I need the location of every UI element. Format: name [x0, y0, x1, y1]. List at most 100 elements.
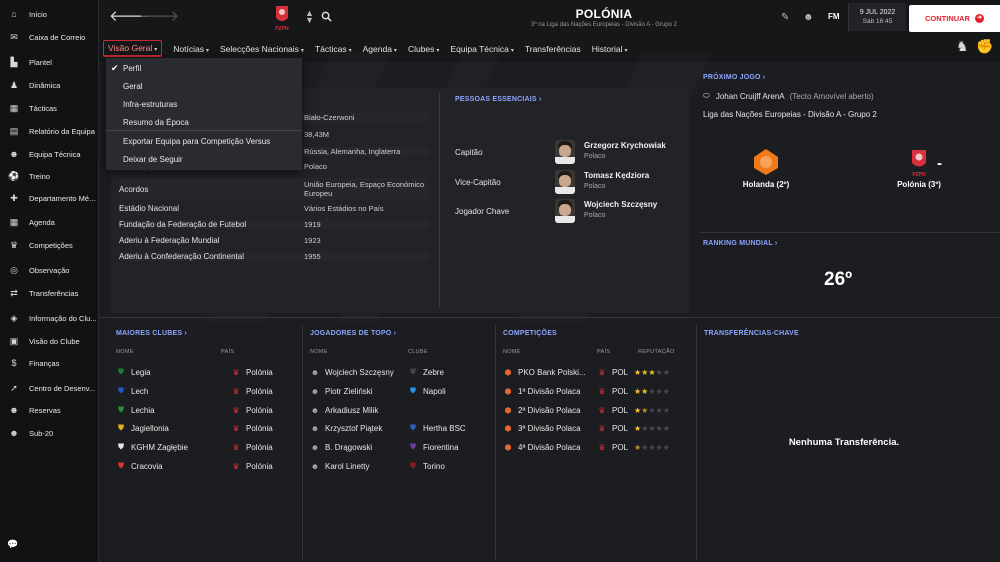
- person-name[interactable]: Tomasz Kędziora: [584, 171, 649, 180]
- tab-label: Notícias: [173, 43, 204, 54]
- key-person-row[interactable]: Jogador Chave Wojciech Szczęsny Polaco: [455, 197, 685, 225]
- sidebar-item-label: Transferências: [29, 288, 79, 298]
- dropdown-item-2[interactable]: Infra-estruturas: [106, 96, 302, 113]
- player-name: Krzysztof Piątek: [325, 423, 383, 433]
- sort-arrows-icon[interactable]: ▲ ▼: [305, 9, 314, 25]
- key-person-row[interactable]: Vice-Capitão Tomasz Kędziora Polaco: [455, 168, 685, 196]
- stadium-name[interactable]: Johan Cruijff ArenA: [716, 92, 785, 101]
- sidebar-item-6[interactable]: ☻ Equipa Técnica: [0, 144, 99, 164]
- key-transfers-title[interactable]: TRANSFERÊNCIAS-CHAVE: [704, 330, 799, 337]
- inbox-icon: ✉: [10, 31, 18, 42]
- profile-row: Fundação da Federação de Futebol 1919: [119, 220, 429, 229]
- fm-menu-button[interactable]: FM: [828, 12, 840, 21]
- player-row[interactable]: ☻ Piotr Zieliński ⛊ Napoli: [310, 382, 490, 400]
- key-person-row[interactable]: Capitão Grzegorz Krychowiak Polaco: [455, 138, 685, 166]
- club-row[interactable]: ⛊ Lech ♛ Polónia: [116, 382, 296, 400]
- competition-row[interactable]: ⬢ PKO Bank Polski... ♛ POL ★★★★★: [503, 363, 693, 381]
- poland-badge-icon: ♛: [232, 386, 240, 396]
- sidebar-item-4[interactable]: ▦ Tácticas: [0, 98, 99, 118]
- continue-button[interactable]: CONTINUAR ➔: [909, 5, 1000, 32]
- competition-row[interactable]: ⬢ 3ª Divisão Polaca ♛ POL ★★★★★: [503, 419, 693, 437]
- u20-icon: ☻: [9, 428, 19, 438]
- tab-5[interactable]: Clubes ▾: [408, 42, 439, 56]
- dropdown-item-0[interactable]: ✔ Perfil: [106, 60, 302, 77]
- sidebar-item-8[interactable]: ✚ Departamento Mé...: [0, 188, 99, 208]
- player-row[interactable]: ☻ Wojciech Szczęsny ⛊ Zebre: [310, 363, 490, 381]
- sidebar-item-3[interactable]: ♟ Dinâmica: [0, 75, 99, 95]
- player-row[interactable]: ☻ Arkadiusz Milik: [310, 401, 490, 419]
- dropdown-item-4[interactable]: Exportar Equipa para Competição Versus: [106, 133, 302, 150]
- sidebar-item-0[interactable]: ⌂ Início: [0, 4, 99, 24]
- dropdown-item-3[interactable]: Resumo da Época: [106, 114, 302, 131]
- poland-badge-icon: ♛: [232, 442, 240, 452]
- sidebar-item-2[interactable]: ▙ Plantel: [0, 52, 99, 72]
- profile-value[interactable]: Vários Estádios no País: [304, 204, 429, 213]
- player-row[interactable]: ☻ B. Drągowski ⛊ Fiorentina: [310, 438, 490, 456]
- club-row[interactable]: ⛊ Jagiellonia ♛ Polónia: [116, 419, 296, 437]
- sidebar-item-5[interactable]: ▤ Relatório da Equipa: [0, 121, 99, 141]
- game-date-box[interactable]: 9 JUL 2022 Sáb 16:45: [848, 3, 906, 31]
- search-icon[interactable]: [321, 11, 332, 22]
- match-competition[interactable]: Liga das Nações Europeias - Divisão A - …: [703, 110, 877, 119]
- sidebar-item-label: Departamento Mé...: [29, 193, 96, 203]
- sidebar-item-9[interactable]: ▦ Agenda: [0, 212, 99, 232]
- club-country: Polónia: [246, 367, 273, 377]
- tab-7[interactable]: Transferências: [525, 42, 581, 56]
- key-people-title[interactable]: PESSOAS ESSENCIAIS ›: [455, 96, 541, 103]
- dropdown-item-label: Deixar de Seguir: [123, 155, 183, 164]
- sidebar-item-18[interactable]: ☻ Sub-20: [0, 423, 99, 443]
- sidebar-item-14[interactable]: ▣ Visão do Clube: [0, 331, 99, 351]
- competition-row[interactable]: ⬢ 4ª Divisão Polaca ♛ POL ★★★★★: [503, 438, 693, 456]
- next-match-title[interactable]: PRÓXIMO JOGO ›: [703, 74, 765, 81]
- page-title: POLÓNIA: [575, 7, 633, 21]
- sidebar-item-13[interactable]: ◈ Informação do Clu...: [0, 308, 99, 328]
- competitions-title[interactable]: COMPETIÇÕES: [503, 330, 557, 337]
- competition-row[interactable]: ⬢ 2ª Divisão Polaca ♛ POL ★★★★★: [503, 401, 693, 419]
- profile-key: Acordos: [119, 184, 149, 194]
- sidebar-item-15[interactable]: $ Finanças: [0, 353, 99, 373]
- team-talk-icon[interactable]: ✊: [976, 38, 993, 55]
- scouting-icon: ◎: [10, 264, 18, 275]
- club-row[interactable]: ⛊ Lechia ♛ Polónia: [116, 401, 296, 419]
- top-players-title[interactable]: JOGADORES DE TOPO ›: [310, 330, 396, 337]
- club-row[interactable]: ⛊ Legia ♛ Polónia: [116, 363, 296, 381]
- tab-8[interactable]: Historial ▾: [592, 42, 628, 56]
- edit-pencil-icon[interactable]: ✎: [781, 12, 789, 23]
- tab-1[interactable]: Notícias ▾: [173, 42, 209, 56]
- player-row[interactable]: ☻ Karol Linetty ⛊ Torino: [310, 457, 490, 475]
- player-row[interactable]: ☻ Krzysztof Piątek ⛊ Hertha BSC: [310, 419, 490, 437]
- world-ranking-title[interactable]: RANKING MUNDIAL ›: [703, 240, 777, 247]
- sidebar-item-10[interactable]: ♛ Competições: [0, 235, 99, 255]
- dropdown-item-label: Perfil: [123, 64, 142, 73]
- club-badge-icon: ⛊: [410, 442, 416, 451]
- sidebar-item-label: Reservas: [29, 405, 61, 415]
- tactics-board-icon[interactable]: ♞: [956, 38, 969, 55]
- sidebar-item-12[interactable]: ⇄ Transferências: [0, 283, 99, 303]
- competition-row[interactable]: ⬢ 1ª Divisão Polaca ♛ POL ★★★★★: [503, 382, 693, 400]
- club-row[interactable]: ⛊ Cracovia ♛ Polónia: [116, 457, 296, 475]
- chat-bubble-icon[interactable]: 💬: [7, 539, 18, 550]
- tab-2[interactable]: Selecções Nacionais ▾: [220, 42, 304, 56]
- biggest-clubs-title[interactable]: MAIORES CLUBES ›: [116, 330, 187, 337]
- sidebar-item-7[interactable]: ⚽ Treino: [0, 166, 99, 186]
- person-name[interactable]: Wojciech Szczęsny: [584, 200, 657, 209]
- person-name[interactable]: Grzegorz Krychowiak: [584, 141, 666, 150]
- club-row[interactable]: ⛊ KGHM Zagłębie ♛ Polónia: [116, 438, 296, 456]
- app-root: ⌂ Início ✉ Caixa de Correio ▙ Plantel ♟ Dinâmic…: [0, 0, 1000, 562]
- sidebar-item-label: Treino: [29, 171, 50, 181]
- tab-0[interactable]: Visão Geral ▾: [103, 40, 163, 57]
- sidebar-item-11[interactable]: ◎ Observação: [0, 260, 99, 280]
- forward-arrow-icon[interactable]: 🡒: [139, 9, 179, 25]
- dropdown-item-1[interactable]: Geral: [106, 78, 302, 95]
- sidebar-item-17[interactable]: ☻ Reservas: [0, 400, 99, 420]
- away-team-name: Polónia (3º): [897, 180, 941, 189]
- dropdown-item-5[interactable]: Deixar de Seguir: [106, 151, 302, 168]
- away-team[interactable]: PZPN Polónia (3º): [874, 148, 964, 189]
- sidebar-item-16[interactable]: ➚ Centro de Desenv...: [0, 378, 99, 398]
- club-name: Lech: [131, 386, 149, 396]
- home-team[interactable]: Holanda (2º): [721, 148, 811, 189]
- user-menu-icon[interactable]: ☻: [803, 12, 814, 23]
- sidebar-item-label: Centro de Desenv...: [29, 383, 96, 393]
- sidebar-item-1[interactable]: ✉ Caixa de Correio: [0, 27, 99, 47]
- dynamics-icon: ♟: [9, 79, 19, 90]
